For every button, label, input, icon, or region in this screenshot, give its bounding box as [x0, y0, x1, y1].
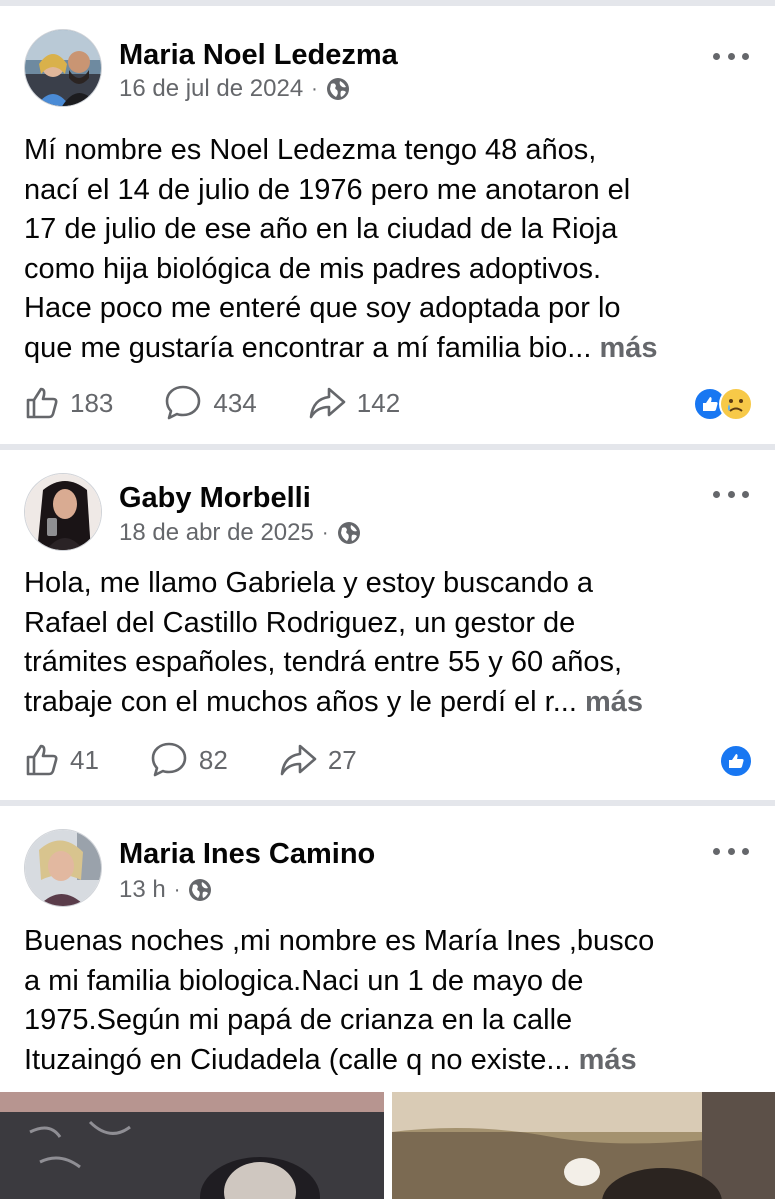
- post-text-line: como hija biológica de mis padres adopti…: [24, 252, 602, 285]
- share-button[interactable]: 142: [307, 385, 400, 421]
- like-button[interactable]: 41: [24, 742, 99, 778]
- post-text-line: trabaje con el muchos años y le perdí el…: [24, 683, 759, 723]
- see-more-link[interactable]: más: [599, 332, 657, 364]
- more-options-button[interactable]: [713, 46, 749, 66]
- post-date[interactable]: 16 de jul de 2024: [119, 74, 303, 104]
- reactions-summary[interactable]: [693, 387, 753, 421]
- dot-icon: [727, 52, 735, 60]
- see-more-link[interactable]: más: [579, 1044, 637, 1076]
- thumbs-up-icon: [26, 387, 58, 419]
- post-text-line: 17 de julio de ese año en la ciudad de l…: [24, 213, 618, 245]
- post-date[interactable]: 18 de abr de 2025: [119, 518, 314, 548]
- dot-icon: [742, 490, 749, 498]
- post-text-line: Rafael del Castillo Rodriguez, un gestor…: [24, 606, 576, 639]
- post-text: Hola, me llamo Gabriela y estoy buscando…: [24, 564, 759, 722]
- dot-icon: [713, 490, 720, 498]
- post-date[interactable]: 13 h: [119, 875, 166, 905]
- post-text-line: a mi familia biologica.Naci un 1 de mayo…: [24, 964, 584, 997]
- share-count: 142: [356, 387, 401, 418]
- post-text-last: que me gustaría encontrar a mí familia b…: [24, 331, 592, 364]
- post-text-line: Mí nombre es Noel Ledezma tengo 48 años,: [24, 134, 597, 166]
- post-author[interactable]: Maria Ines Camino: [119, 837, 375, 871]
- dot-icon: [727, 847, 735, 855]
- share-count: 27: [327, 744, 357, 775]
- post-text-line: Hace poco me enteré que soy adoptada por…: [24, 292, 621, 324]
- post-text: Buenas noches ,mi nombre es María Ines ,…: [24, 922, 759, 1080]
- post-text-line: trámites españoles, tendrá entre 55 y 60…: [24, 646, 623, 678]
- like-button[interactable]: 183: [24, 385, 113, 421]
- dot-icon: [742, 847, 749, 855]
- globe-icon: [326, 77, 350, 101]
- post-photo[interactable]: [392, 1092, 775, 1199]
- post-actions: 41 82 27: [24, 740, 407, 780]
- post-text-line: Hola, me llamo Gabriela y estoy buscando…: [24, 567, 594, 599]
- comment-count: 82: [198, 744, 228, 775]
- post-photo[interactable]: [0, 1092, 384, 1199]
- post-text-last: Ituzaingó en Ciudadela (calle q no exist…: [24, 1043, 571, 1076]
- post-meta: 16 de jul de 2024 ·: [119, 74, 350, 104]
- comment-bubble-icon: [151, 742, 187, 777]
- reactions-summary[interactable]: [719, 744, 753, 778]
- see-more-link[interactable]: más: [585, 686, 643, 718]
- post-text-line: 1975.Según mi papá de crianza en la call…: [24, 1004, 573, 1036]
- globe-icon: [188, 878, 212, 902]
- meta-separator: ·: [311, 78, 318, 100]
- post-text-line: Ituzaingó en Ciudadela (calle q no exist…: [24, 1041, 759, 1081]
- post-text-line: Buenas noches ,mi nombre es María Ines ,…: [24, 925, 655, 957]
- like-count: 41: [70, 744, 99, 775]
- meta-separator: ·: [321, 522, 329, 544]
- post-meta: 13 h ·: [119, 875, 212, 905]
- post-author[interactable]: Maria Noel Ledezma: [119, 38, 398, 72]
- avatar[interactable]: [24, 29, 102, 107]
- comment-count: 434: [213, 387, 257, 418]
- share-arrow-icon: [309, 387, 346, 419]
- dot-icon: [713, 847, 720, 855]
- globe-icon: [337, 521, 361, 545]
- post-card: Gaby Morbelli 18 de abr de 2025 · Hola, …: [0, 450, 775, 800]
- meta-separator: ·: [173, 879, 181, 901]
- post-card: Maria Noel Ledezma 16 de jul de 2024 · M…: [0, 6, 775, 444]
- post-actions: 183 434 142: [24, 383, 450, 423]
- dot-icon: [742, 52, 749, 60]
- comment-button[interactable]: 82: [149, 740, 228, 780]
- post-text-line: nací el 14 de julio de 1976 pero me anot…: [24, 173, 631, 206]
- post-author[interactable]: Gaby Morbelli: [119, 481, 311, 515]
- avatar[interactable]: [24, 829, 102, 907]
- comment-button[interactable]: 434: [163, 383, 257, 423]
- post-text: Mí nombre es Noel Ledezma tengo 48 años,…: [24, 131, 759, 368]
- like-count: 183: [70, 387, 114, 418]
- dot-icon: [727, 490, 735, 498]
- like-reaction-icon: [719, 744, 753, 778]
- more-options-button[interactable]: [713, 841, 749, 861]
- more-options-button[interactable]: [713, 484, 749, 504]
- avatar[interactable]: [24, 473, 102, 551]
- comment-bubble-icon: [166, 385, 201, 420]
- dot-icon: [713, 52, 720, 60]
- post-text-line: que me gustaría encontrar a mí familia b…: [24, 329, 759, 369]
- thumbs-up-icon: [26, 744, 58, 776]
- post-text-last: trabaje con el muchos años y le perdí el…: [24, 685, 577, 718]
- share-arrow-icon: [280, 744, 317, 776]
- share-button[interactable]: 27: [278, 742, 357, 778]
- post-meta: 18 de abr de 2025 ·: [119, 518, 361, 548]
- sad-reaction-icon: [719, 387, 753, 421]
